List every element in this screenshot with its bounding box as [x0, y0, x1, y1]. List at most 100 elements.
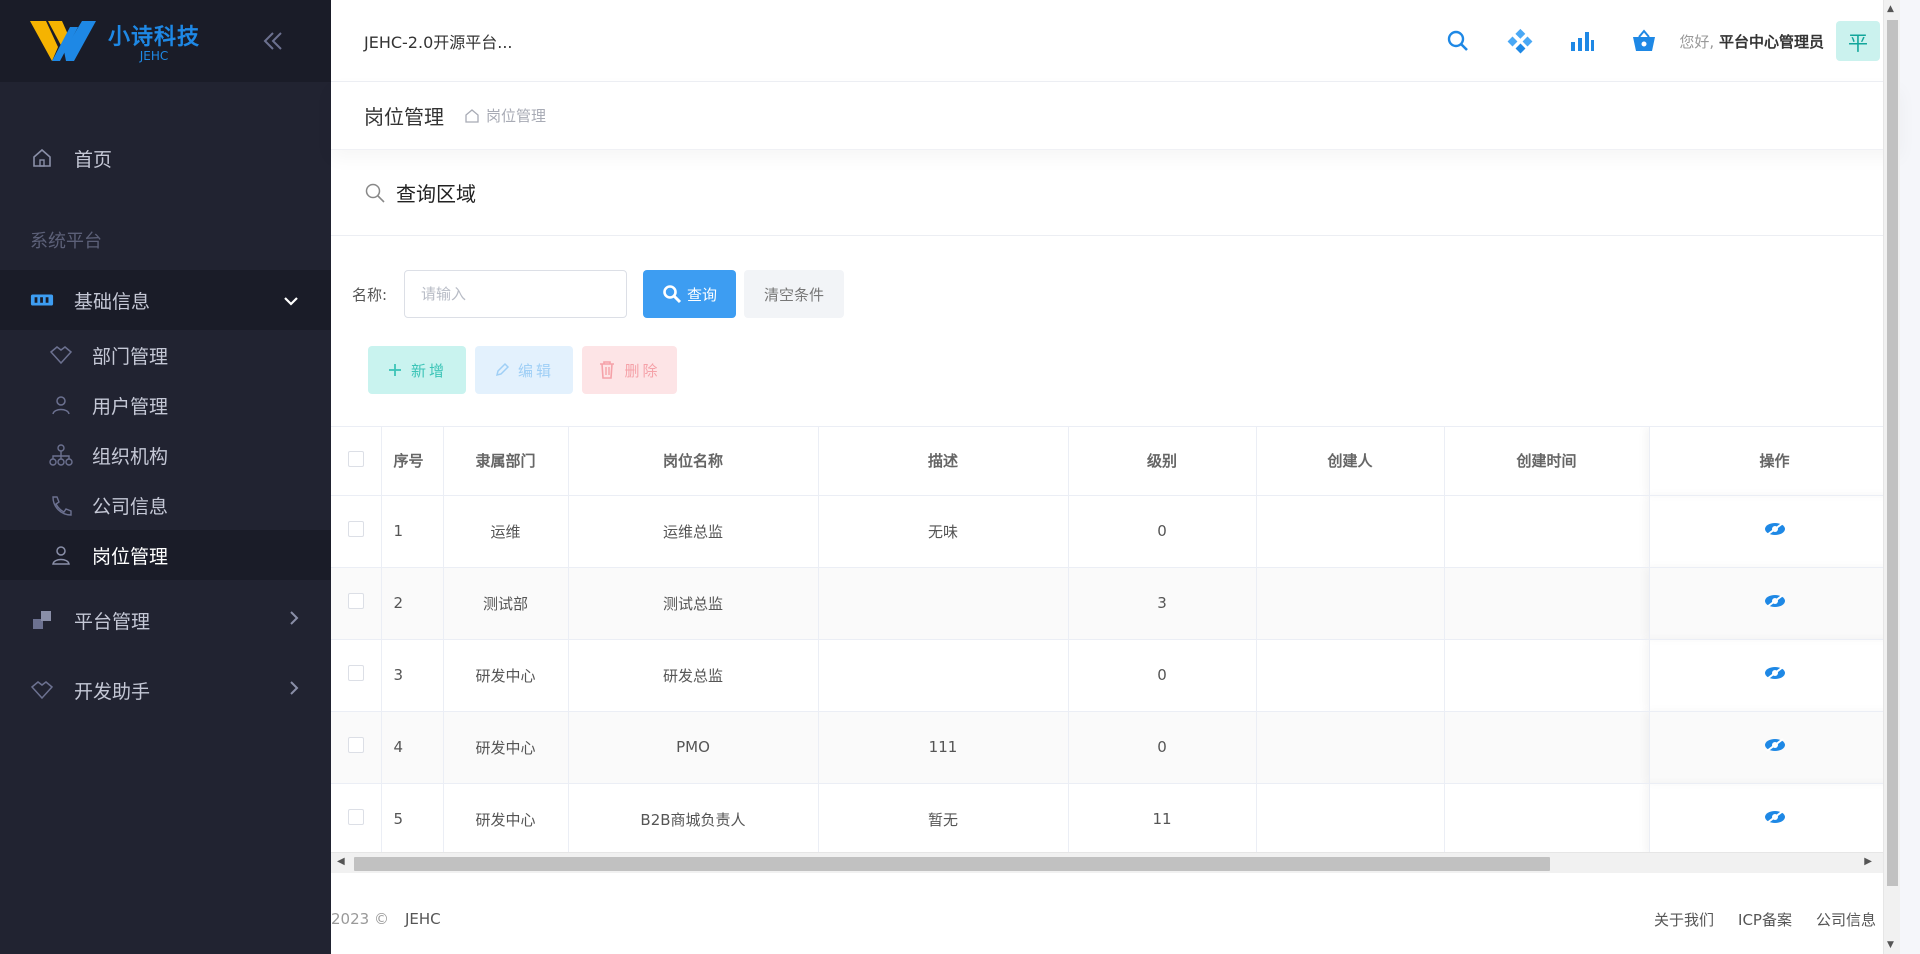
row-no: 5: [381, 783, 444, 856]
sidebar-item-label: 组织机构: [92, 445, 169, 468]
row-no: 2: [381, 567, 444, 640]
data-table-wrap: 序号 隶属部门 岗位名称 描述 级别 创建人 创建时间 操作 1 运维 运维总监 无味…: [331, 426, 1900, 873]
table-row[interactable]: 5 研发中心 B2B商城负责人 暂无 11: [331, 783, 1900, 856]
row-dept: 研发中心: [443, 783, 569, 856]
dashboard-icon: [30, 288, 54, 312]
cart-icon[interactable]: [1613, 0, 1675, 82]
sidebar-item-company[interactable]: 公司信息: [0, 480, 331, 530]
pencil-icon: [495, 362, 510, 377]
horizontal-scrollbar[interactable]: ◀ ▶: [331, 852, 1900, 873]
avatar[interactable]: 平: [1836, 21, 1880, 61]
vertical-scrollbar[interactable]: ▲ ▼: [1883, 0, 1900, 954]
scrollbar-thumb[interactable]: [354, 857, 1550, 871]
view-icon[interactable]: [1763, 665, 1787, 685]
topbar: JEHC-2.0开源平台... 您好, 平台中心管理员 平: [331, 0, 1900, 82]
footer-link-company[interactable]: 公司信息: [1816, 909, 1876, 930]
app-root: 小诗科技 JEHC 首页 系统平台 基础信息 部门管理 用户管理 组织机构 公司…: [0, 0, 1920, 954]
table-row[interactable]: 4 研发中心 PMO 111 0: [331, 711, 1900, 784]
table-row[interactable]: 3 研发中心 研发总监 0: [331, 639, 1900, 712]
platform-icon: [30, 608, 54, 632]
user-icon: [48, 392, 74, 418]
collapse-sidebar-icon[interactable]: [258, 26, 288, 56]
name-input[interactable]: [404, 270, 627, 318]
row-checkbox[interactable]: [331, 783, 382, 856]
sidebar-item-label: 首页: [74, 148, 113, 171]
logo-text: 小诗科技 JEHC: [108, 19, 200, 63]
scroll-left-icon[interactable]: ◀: [337, 856, 345, 867]
nav-group-title: 系统平台: [30, 231, 102, 252]
sidebar-item-label: 基础信息: [74, 290, 151, 313]
row-level: 11: [1068, 783, 1257, 856]
search-icon[interactable]: [1427, 0, 1489, 82]
site-title[interactable]: JEHC-2.0开源平台...: [364, 29, 513, 53]
view-icon[interactable]: [1763, 809, 1787, 829]
clear-button[interactable]: 清空条件: [744, 270, 844, 318]
sidebar-item-label: 公司信息: [92, 495, 169, 518]
query-button-label: 查询: [686, 285, 717, 304]
row-level: 0: [1068, 639, 1257, 712]
plus-icon: [388, 364, 401, 376]
brand-name: 小诗科技: [108, 25, 201, 50]
table-row[interactable]: 1 运维 运维总监 无味 0: [331, 495, 1900, 568]
view-icon[interactable]: [1763, 593, 1787, 613]
phone-icon: [48, 492, 74, 518]
row-checkbox[interactable]: [331, 495, 382, 568]
sidebar: 小诗科技 JEHC 首页 系统平台 基础信息 部门管理 用户管理 组织机构 公司…: [0, 0, 331, 954]
column-header: 创建人: [1256, 427, 1445, 496]
sidebar-item-dev[interactable]: 开发助手: [0, 660, 331, 720]
row-level: 3: [1068, 567, 1257, 640]
row-creator: [1256, 495, 1445, 568]
select-all-checkbox[interactable]: [331, 427, 382, 496]
sidebar-item-basic-info[interactable]: 基础信息: [0, 270, 331, 330]
row-checkbox[interactable]: [331, 639, 382, 712]
apps-icon[interactable]: [1489, 0, 1551, 82]
chart-icon[interactable]: [1551, 0, 1613, 82]
column-header: 序号: [381, 427, 444, 496]
footer-link-about[interactable]: 关于我们: [1654, 909, 1714, 930]
row-operation: [1648, 783, 1900, 856]
column-header: 隶属部门: [443, 427, 569, 496]
add-button[interactable]: 新增: [368, 346, 466, 394]
row-creator: [1256, 639, 1445, 712]
chevron-right-icon: [289, 679, 299, 701]
row-checkbox[interactable]: [331, 711, 382, 784]
row-created: [1444, 639, 1650, 712]
column-header: 级别: [1068, 427, 1257, 496]
sidebar-item-home[interactable]: 首页: [0, 130, 331, 186]
column-header: 操作: [1648, 427, 1900, 496]
row-no: 4: [381, 711, 444, 784]
scroll-up-icon[interactable]: ▲: [1887, 4, 1894, 14]
scroll-down-icon[interactable]: ▼: [1887, 940, 1894, 950]
main-content: JEHC-2.0开源平台... 您好, 平台中心管理员 平 岗位管理 岗位管理 …: [331, 0, 1900, 954]
row-operation: [1648, 495, 1900, 568]
view-icon[interactable]: [1763, 737, 1787, 757]
sidebar-item-org[interactable]: 组织机构: [0, 430, 331, 480]
breadcrumb-item[interactable]: 岗位管理: [486, 105, 546, 126]
delete-button[interactable]: 删除: [582, 346, 677, 394]
sidebar-item-platform[interactable]: 平台管理: [0, 590, 331, 650]
sidebar-item-user[interactable]: 用户管理: [0, 380, 331, 430]
scrollbar-thumb[interactable]: [1887, 20, 1898, 886]
row-created: [1444, 495, 1650, 568]
sidebar-item-label: 岗位管理: [92, 545, 169, 568]
table-row[interactable]: 2 测试部 测试总监 3: [331, 567, 1900, 640]
footer-link-icp[interactable]: ICP备案: [1738, 909, 1792, 930]
sidebar-item-label: 平台管理: [74, 610, 151, 633]
sidebar-item-position[interactable]: 岗位管理: [0, 530, 331, 580]
sidebar-item-department[interactable]: 部门管理: [0, 330, 331, 380]
sidebar-item-label: 用户管理: [92, 395, 169, 418]
row-dept: 研发中心: [443, 711, 569, 784]
sidebar-submenu: 部门管理 用户管理 组织机构 公司信息 岗位管理: [0, 330, 331, 580]
row-desc: [818, 567, 1069, 640]
user-name[interactable]: 平台中心管理员: [1719, 33, 1824, 51]
delete-button-label: 删除: [624, 361, 661, 380]
row-checkbox[interactable]: [331, 567, 382, 640]
trash-icon: [600, 361, 615, 379]
add-button-label: 新增: [410, 361, 447, 380]
scroll-right-icon[interactable]: ▶: [1864, 856, 1872, 867]
footer-brand[interactable]: JEHC: [405, 910, 441, 928]
footer: 2023 © JEHC 关于我们 ICP备案 公司信息: [331, 902, 1900, 936]
edit-button[interactable]: 编辑: [475, 346, 573, 394]
query-button[interactable]: 查询: [643, 270, 736, 318]
view-icon[interactable]: [1763, 521, 1787, 541]
